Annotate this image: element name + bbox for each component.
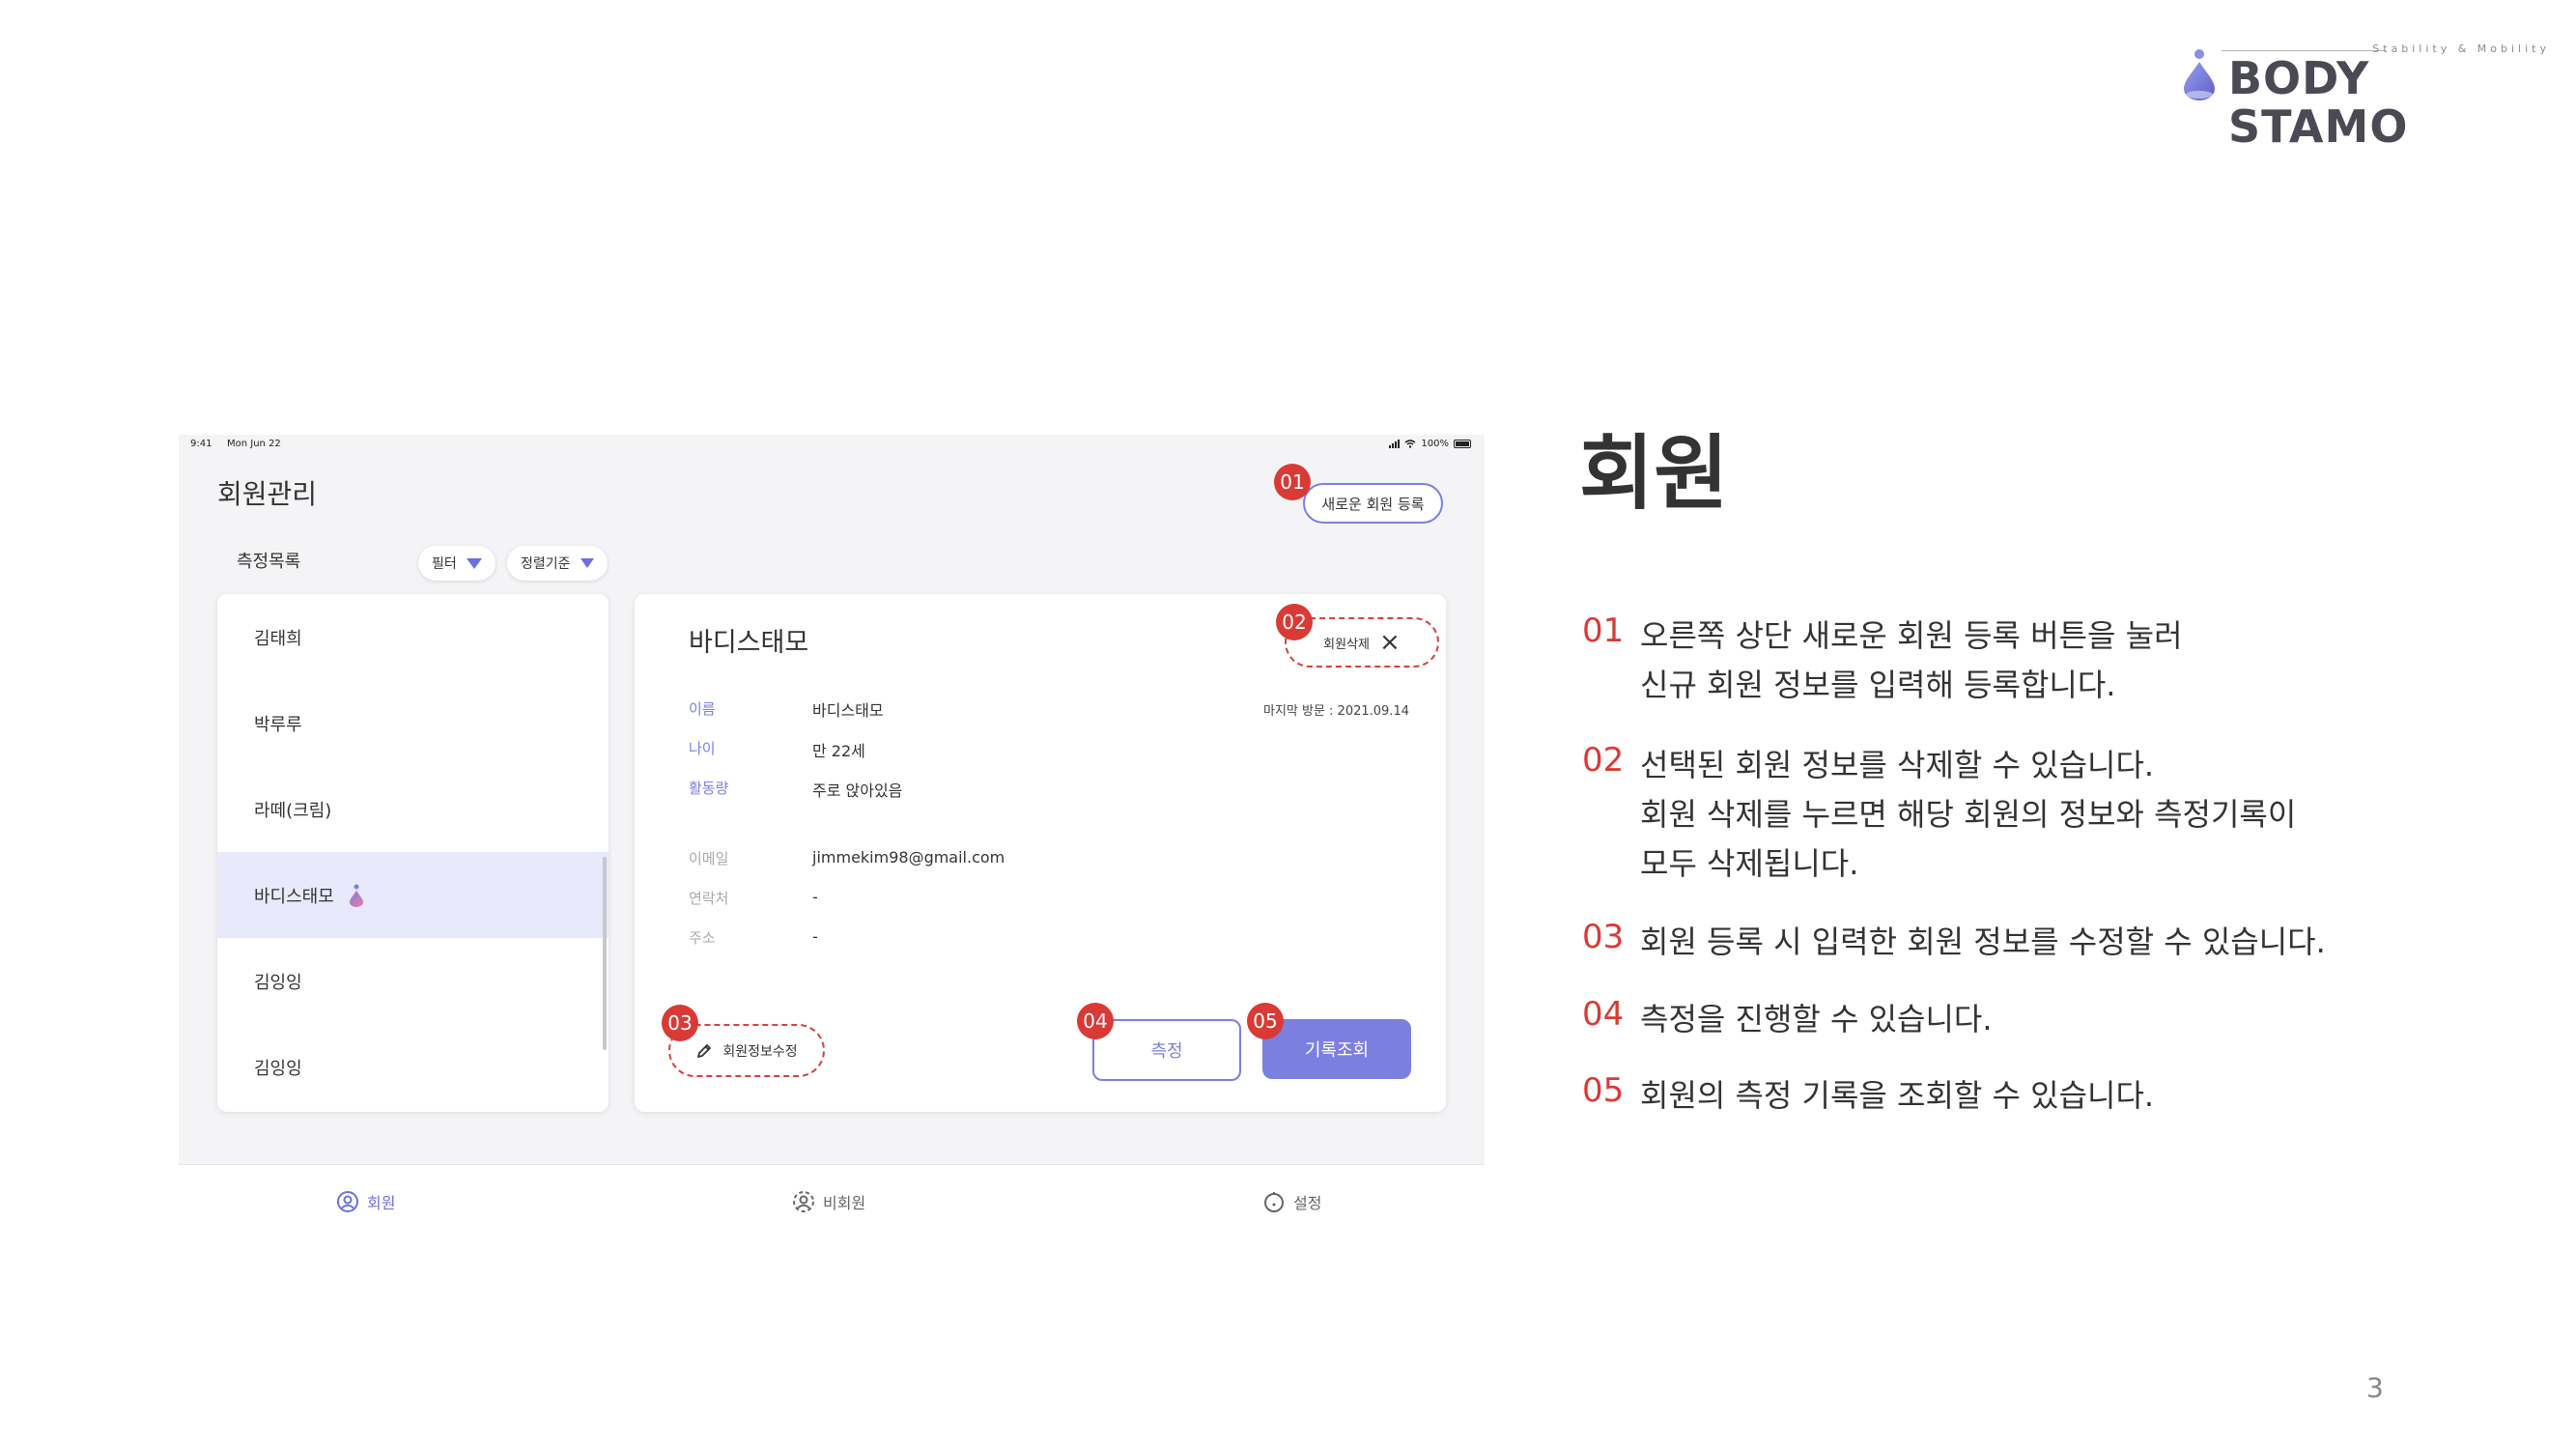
brand-logo: Stability & Mobility BODY STAMO	[2178, 39, 2550, 151]
description-line: 오른쪽 상단 새로운 회원 등록 버튼을 눌러	[1640, 617, 2183, 654]
tab-settings[interactable]: 설정	[1262, 1190, 1321, 1213]
pencil-icon	[697, 1043, 712, 1058]
status-icons: 100%	[1389, 439, 1471, 449]
list-item[interactable]: 김태희	[217, 594, 609, 680]
description-number: 01	[1582, 611, 1625, 650]
measure-button[interactable]: 측정	[1092, 1019, 1241, 1081]
marker-05: 05	[1247, 1003, 1284, 1039]
sort-chip-label: 정렬기준	[521, 556, 571, 572]
member-name: 김잉잉	[254, 1058, 302, 1079]
battery-icon	[1454, 440, 1471, 448]
age-value: 만 22세	[812, 742, 865, 760]
description-line: 선택된 회원 정보를 삭제할 수 있습니다.	[1640, 747, 2155, 783]
list-item[interactable]: 김잉잉	[217, 1024, 609, 1110]
member-list: 김태희 박루루 라떼(크림) 바디스태모 김잉잉 김잉잉	[217, 594, 609, 1112]
filter-chip-label: 필터	[432, 556, 457, 572]
description-text: 회원의 측정 기록을 조회할 수 있습니다.	[1640, 1071, 2480, 1121]
last-visit-text: 마지막 방문 : 2021.09.14	[1262, 704, 1409, 719]
member-name: 김잉잉	[254, 972, 302, 993]
tablet-screenshot: 9:41 Mon Jun 22 100% 회원관리 새로운 회원 등록 01 측…	[179, 435, 1485, 1238]
description-number: 04	[1582, 995, 1625, 1034]
marker-04: 04	[1077, 1003, 1114, 1039]
page-title: 회원관리	[217, 478, 318, 510]
list-item[interactable]: 라떼(크림)	[217, 766, 609, 852]
member-detail-card: 바디스태모 회원삭제 × 마지막 방문 : 2021.09.14 이름 바디스태…	[635, 594, 1446, 1112]
description-line: 회원 삭제를 누르면 해당 회원의 정보와 측정기록이	[1640, 796, 2297, 833]
bottom-tab-bar: 회원 비회원 설정	[179, 1164, 1485, 1238]
email-label: 이메일	[689, 850, 729, 867]
status-bar: 9:41 Mon Jun 22 100%	[179, 435, 1485, 456]
list-item-selected[interactable]: 바디스태모	[217, 852, 609, 938]
description-number: 02	[1582, 741, 1625, 780]
section-heading: 회원	[1579, 426, 1729, 521]
signal-icon	[1389, 440, 1401, 448]
tab-non-members-label: 비회원	[823, 1194, 866, 1212]
phone-value: -	[812, 888, 818, 906]
activity-value: 주로 앉아있음	[812, 781, 903, 800]
wifi-icon	[1404, 440, 1416, 448]
list-item[interactable]: 김잉잉	[217, 938, 609, 1024]
tab-members[interactable]: 회원	[336, 1190, 395, 1213]
guest-icon	[793, 1191, 814, 1212]
edit-member-label: 회원정보수정	[722, 1043, 798, 1060]
delete-member-label: 회원삭제	[1323, 637, 1371, 652]
name-value: 바디스태모	[812, 701, 884, 720]
name-label: 이름	[689, 700, 716, 718]
activity-label: 활동량	[689, 780, 729, 797]
close-icon: ×	[1379, 628, 1401, 657]
detail-member-name: 바디스태모	[689, 628, 809, 658]
list-item[interactable]: 박루루	[217, 680, 609, 766]
member-name: 바디스태모	[254, 886, 334, 907]
filter-chip[interactable]: 필터	[418, 546, 495, 581]
battery-percent: 100%	[1421, 439, 1449, 449]
tagline-divider	[2222, 50, 2386, 51]
list-title: 측정목록	[237, 552, 301, 572]
sort-chip[interactable]: 정렬기준	[507, 546, 608, 581]
description-line: 회원 등록 시 입력한 회원 정보를 수정할 수 있습니다.	[1640, 923, 2326, 960]
description-text: 선택된 회원 정보를 삭제할 수 있습니다. 회원 삭제를 누르면 해당 회원의…	[1640, 741, 2480, 889]
description-line: 신규 회원 정보를 입력해 등록합니다.	[1640, 667, 2116, 703]
email-value: jimmekim98@gmail.com	[812, 848, 1005, 867]
tab-members-label: 회원	[367, 1194, 396, 1212]
description-line: 측정을 진행할 수 있습니다.	[1640, 1001, 1993, 1037]
member-name: 라떼(크림)	[254, 800, 332, 821]
status-time: 9:41	[190, 439, 212, 449]
address-label: 주소	[689, 929, 716, 947]
description-text: 측정을 진행할 수 있습니다.	[1640, 995, 2480, 1044]
description-number: 03	[1582, 918, 1625, 956]
address-value: -	[812, 927, 818, 946]
tab-non-members[interactable]: 비회원	[792, 1190, 865, 1213]
settings-icon	[1264, 1192, 1284, 1212]
description-text: 회원 등록 시 입력한 회원 정보를 수정할 수 있습니다.	[1640, 918, 2480, 967]
history-button[interactable]: 기록조회	[1262, 1019, 1411, 1079]
logo-drop-icon	[2184, 49, 2215, 100]
filter-icon	[466, 557, 482, 569]
description-line: 모두 삭제됩니다.	[1640, 845, 1859, 882]
member-name: 김태희	[254, 628, 302, 649]
list-scrollbar[interactable]	[603, 857, 607, 1050]
page-number: 3	[2366, 1372, 2384, 1404]
description-text: 오른쪽 상단 새로운 회원 등록 버튼을 눌러 신규 회원 정보를 입력해 등록…	[1640, 611, 2480, 710]
tab-settings-label: 설정	[1293, 1194, 1322, 1212]
marker-01: 01	[1274, 464, 1311, 500]
age-label: 나이	[689, 740, 716, 757]
member-icon	[337, 1191, 358, 1212]
chevron-down-icon	[580, 558, 594, 568]
member-name: 박루루	[254, 714, 302, 735]
description-number: 05	[1582, 1071, 1625, 1110]
marker-03: 03	[662, 1005, 698, 1041]
new-member-button[interactable]: 새로운 회원 등록	[1303, 483, 1443, 524]
brand-wordmark: BODY STAMO	[2228, 52, 2409, 153]
phone-label: 연락처	[689, 890, 729, 907]
status-date: Mon Jun 22	[227, 439, 281, 449]
description-line: 회원의 측정 기록을 조회할 수 있습니다.	[1640, 1077, 2155, 1114]
marker-02: 02	[1276, 604, 1313, 640]
selected-drop-icon	[349, 884, 363, 907]
